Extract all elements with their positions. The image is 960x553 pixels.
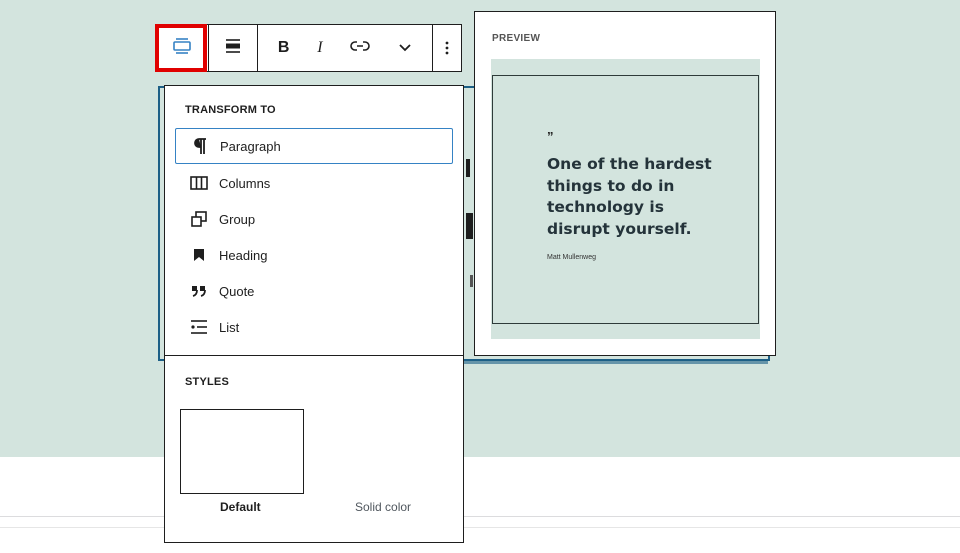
align-button[interactable] bbox=[209, 25, 257, 71]
menu-item-label: List bbox=[219, 319, 240, 335]
block-text-fragment bbox=[466, 159, 470, 177]
divider bbox=[0, 516, 960, 517]
style-option-default-label[interactable]: Default bbox=[220, 500, 261, 514]
menu-item-group[interactable]: Group bbox=[175, 201, 453, 237]
block-text-fragment bbox=[466, 213, 473, 239]
menu-item-heading[interactable]: Heading bbox=[175, 237, 453, 273]
more-formatting-button[interactable] bbox=[398, 39, 412, 57]
more-vertical-icon bbox=[445, 41, 449, 55]
quote-icon bbox=[189, 281, 209, 301]
paragraph-icon bbox=[190, 136, 210, 156]
menu-item-label: Columns bbox=[219, 175, 271, 191]
formatting-group: B I bbox=[258, 25, 432, 71]
group-icon bbox=[189, 209, 209, 229]
bold-button[interactable]: B bbox=[278, 39, 290, 57]
block-toolbar: B I bbox=[155, 24, 462, 72]
quote-transform-icon bbox=[172, 37, 192, 59]
menu-item-quote[interactable]: Quote bbox=[175, 273, 453, 309]
block-text-fragment bbox=[470, 275, 473, 287]
style-option-default-preview[interactable] bbox=[180, 409, 304, 494]
menu-item-label: Group bbox=[219, 211, 256, 227]
menu-item-columns[interactable]: Columns bbox=[175, 165, 453, 201]
menu-item-paragraph[interactable]: Paragraph bbox=[175, 128, 453, 164]
style-option-solid-color[interactable]: Solid color bbox=[355, 500, 411, 514]
menu-item-label: Heading bbox=[219, 247, 268, 263]
transform-menu: TRANSFORM TO Paragraph Columns Group Hea… bbox=[164, 85, 464, 543]
italic-button[interactable]: I bbox=[317, 39, 322, 57]
block-options-button[interactable] bbox=[433, 25, 461, 71]
quote-mark: ” bbox=[547, 129, 554, 144]
menu-item-label: Quote bbox=[219, 283, 255, 299]
columns-icon bbox=[189, 173, 209, 193]
menu-item-list[interactable]: List bbox=[175, 309, 453, 345]
align-icon bbox=[224, 38, 242, 59]
preview-quote-text: One of the hardest things to do in techn… bbox=[547, 155, 712, 238]
link-icon bbox=[350, 41, 371, 51]
styles-section-title: STYLES bbox=[185, 376, 229, 388]
link-button[interactable] bbox=[350, 39, 371, 57]
list-icon bbox=[189, 317, 209, 337]
heading-icon bbox=[189, 245, 209, 265]
transform-section-title: TRANSFORM TO bbox=[185, 104, 276, 116]
chevron-down-icon bbox=[399, 44, 411, 52]
preview-citation: Matt Mullenweg bbox=[547, 254, 597, 261]
divider bbox=[0, 527, 960, 528]
menu-divider bbox=[165, 355, 463, 356]
menu-item-label: Paragraph bbox=[220, 138, 281, 154]
preview-canvas: ” One of the hardest things to do in tec… bbox=[491, 59, 760, 339]
style-preview-popover: PREVIEW ” One of the hardest things to d… bbox=[474, 11, 776, 356]
block-transform-button[interactable] bbox=[155, 24, 208, 72]
preview-title: PREVIEW bbox=[492, 33, 541, 44]
